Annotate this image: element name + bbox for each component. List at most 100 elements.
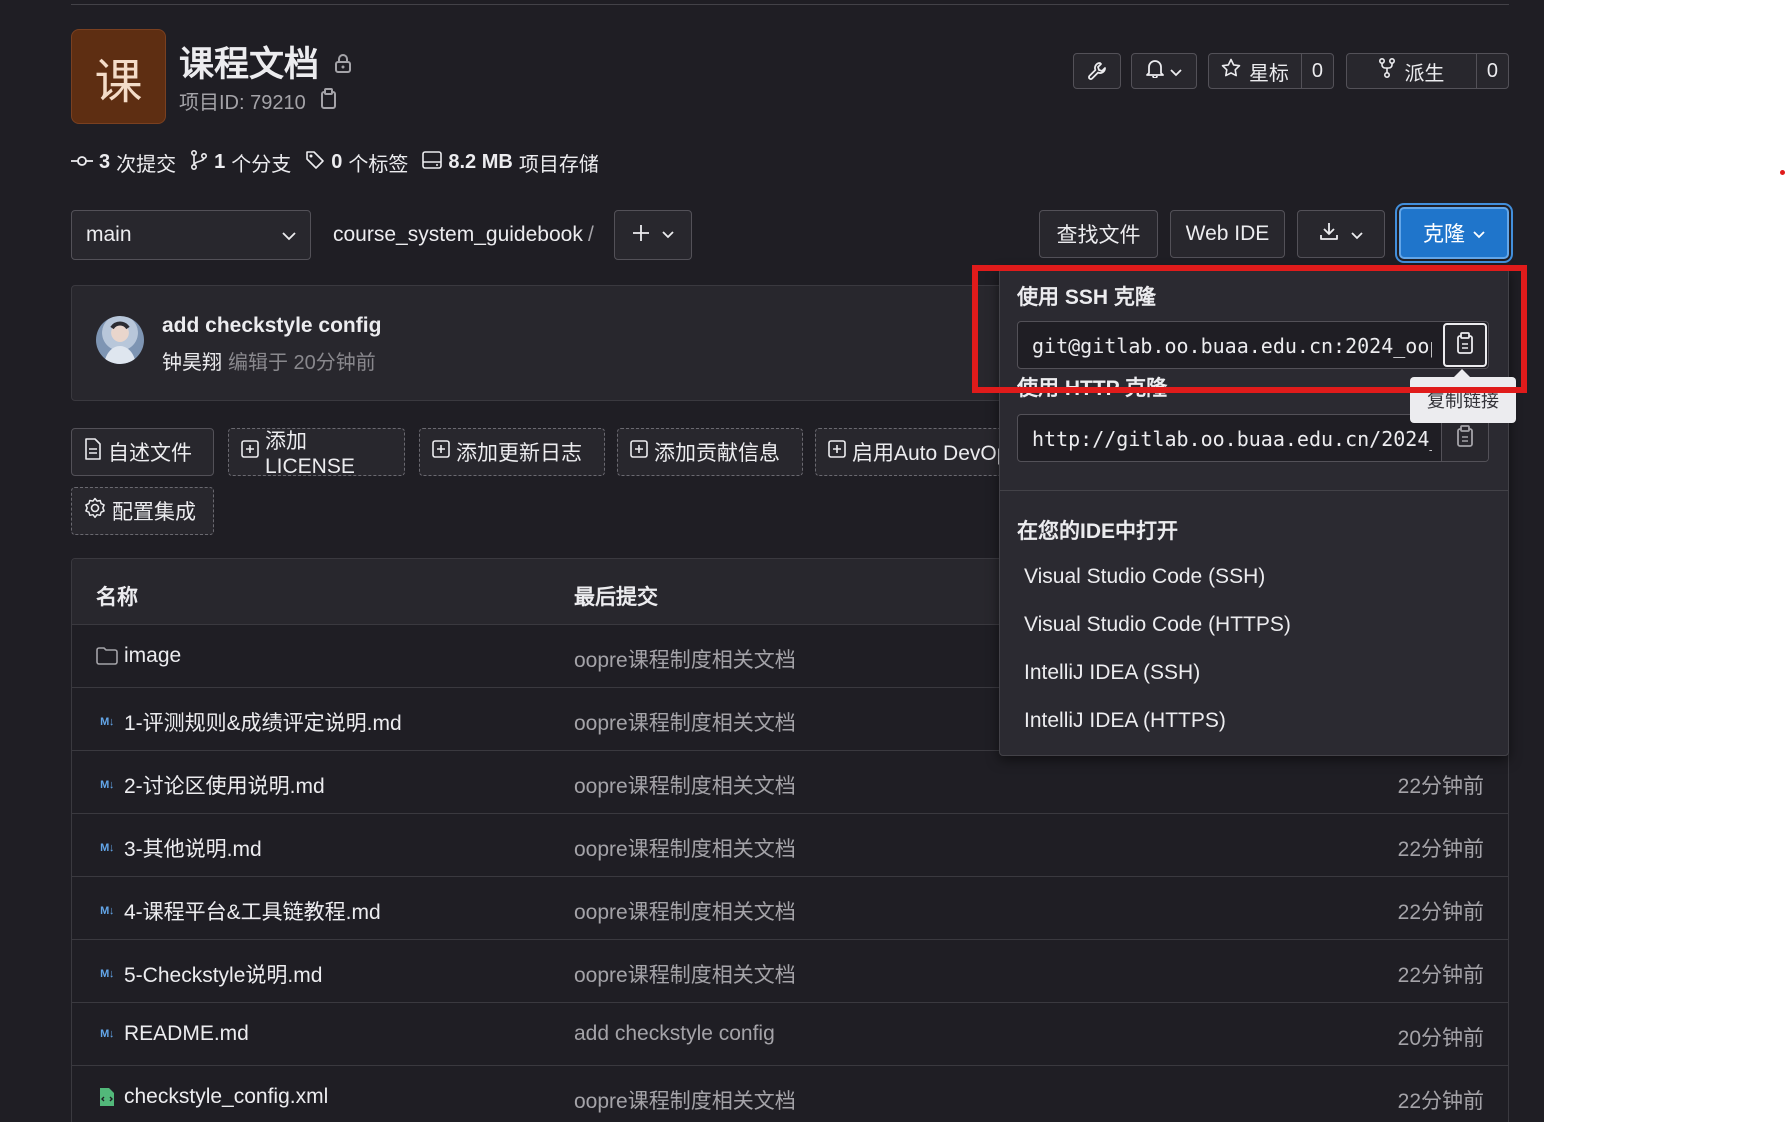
open-in-ide-heading: 在您的IDE中打开 bbox=[1017, 520, 1179, 543]
commit-title[interactable]: add checkstyle config bbox=[162, 314, 381, 338]
commit-meta: 钟昊翔 编辑于 20分钟前 bbox=[162, 346, 376, 375]
clone-button[interactable]: 克隆 bbox=[1399, 207, 1509, 259]
web-ide-button[interactable]: Web IDE bbox=[1170, 210, 1285, 258]
add-contributing-button[interactable]: 添加贡献信息 bbox=[617, 428, 803, 476]
file-name-link[interactable]: checkstyle_config.xml bbox=[96, 1085, 328, 1109]
chevron-down-icon bbox=[282, 223, 296, 247]
star-icon bbox=[1221, 58, 1241, 84]
project-title[interactable]: 课程文档 bbox=[179, 36, 319, 87]
open-vscode-ssh[interactable]: Visual Studio Code (SSH) bbox=[1024, 565, 1265, 589]
table-row[interactable]: M↓ 4-课程平台&工具链教程.md oopre课程制度相关文档 22分钟前 bbox=[72, 877, 1508, 940]
file-name-link[interactable]: M↓ 4-课程平台&工具链教程.md bbox=[96, 896, 381, 926]
storage-icon bbox=[422, 150, 448, 175]
markdown-icon: M↓ bbox=[100, 905, 114, 917]
project-id: 项目ID: 79210 bbox=[179, 92, 306, 114]
last-commit-link[interactable]: oopre课程制度相关文档 bbox=[574, 959, 796, 989]
readme-button[interactable]: 自述文件 bbox=[71, 428, 214, 476]
download-icon bbox=[1319, 221, 1339, 247]
last-commit-link[interactable]: oopre课程制度相关文档 bbox=[574, 707, 796, 737]
file-name-link[interactable]: M↓ 1-评测规则&成绩评定说明.md bbox=[96, 707, 402, 737]
star-button[interactable]: 星标 0 bbox=[1208, 53, 1334, 89]
last-commit-link[interactable]: oopre课程制度相关文档 bbox=[574, 644, 796, 674]
open-vscode-https[interactable]: Visual Studio Code (HTTPS) bbox=[1024, 613, 1291, 637]
chevron-down-icon bbox=[1170, 60, 1182, 83]
add-changelog-button[interactable]: 添加更新日志 bbox=[419, 428, 605, 476]
plus-square-icon bbox=[241, 440, 265, 464]
plus-square-icon bbox=[432, 440, 456, 464]
last-commit-link[interactable]: oopre课程制度相关文档 bbox=[574, 833, 796, 863]
divider bbox=[71, 4, 1509, 5]
last-commit-link[interactable]: oopre课程制度相关文档 bbox=[574, 896, 796, 926]
copy-project-id-icon[interactable] bbox=[320, 88, 338, 115]
table-row[interactable]: M↓ 2-讨论区使用说明.md oopre课程制度相关文档 22分钟前 bbox=[72, 751, 1508, 814]
document-icon bbox=[84, 438, 108, 466]
commits-stat[interactable]: 3 次提交 bbox=[71, 148, 176, 177]
chevron-down-icon bbox=[662, 226, 674, 244]
find-file-button[interactable]: 查找文件 bbox=[1039, 210, 1158, 258]
branch-selector[interactable]: main bbox=[71, 210, 311, 260]
clone-label: 克隆 bbox=[1423, 223, 1465, 246]
ssh-url-field[interactable]: git@gitlab.oo.buaa.edu.cn:2024_oopre/cou… bbox=[1017, 321, 1489, 369]
tags-stat[interactable]: 0 个标签 bbox=[305, 148, 408, 177]
clone-dropdown: 使用 SSH 克隆 git@gitlab.oo.buaa.edu.cn:2024… bbox=[999, 268, 1509, 756]
fork-label: 派生 bbox=[1404, 62, 1445, 85]
plus-square-icon bbox=[630, 440, 654, 464]
last-update-time: 22分钟前 bbox=[1397, 838, 1484, 861]
fork-count[interactable]: 0 bbox=[1475, 54, 1508, 88]
last-update-time: 20分钟前 bbox=[1397, 1027, 1484, 1050]
markdown-icon: M↓ bbox=[100, 779, 114, 791]
column-name-header: 名称 bbox=[96, 586, 138, 609]
last-commit-link[interactable]: oopre课程制度相关文档 bbox=[574, 770, 796, 800]
branch-name: main bbox=[86, 223, 132, 246]
file-name-link[interactable]: M↓ 2-讨论区使用说明.md bbox=[96, 770, 325, 800]
add-license-button[interactable]: 添加LICENSE bbox=[228, 428, 405, 478]
table-row[interactable]: M↓ README.md add checkstyle config 20分钟前 bbox=[72, 1003, 1508, 1066]
commit-author[interactable]: 钟昊翔 bbox=[162, 352, 222, 374]
file-name-link[interactable]: M↓ 5-Checkstyle说明.md bbox=[96, 959, 322, 989]
settings-button[interactable] bbox=[1073, 53, 1121, 89]
open-intellij-https[interactable]: IntelliJ IDEA (HTTPS) bbox=[1024, 709, 1226, 733]
last-update-time: 22分钟前 bbox=[1397, 1090, 1484, 1113]
star-count[interactable]: 0 bbox=[1300, 54, 1333, 88]
tag-icon bbox=[305, 150, 331, 176]
plus-icon bbox=[632, 224, 650, 247]
last-commit-link[interactable]: add checkstyle config bbox=[574, 1022, 775, 1046]
gitlab-project-page: 课 课程文档 项目ID: 79210 星标 0 派生 0 3 次提交 1 个分支… bbox=[0, 0, 1544, 1122]
branches-stat[interactable]: 1 个分支 bbox=[190, 148, 291, 177]
chevron-down-icon bbox=[1351, 222, 1363, 246]
commit-icon bbox=[71, 151, 99, 174]
last-commit-link[interactable]: oopre课程制度相关文档 bbox=[574, 1085, 796, 1115]
http-url-input[interactable]: http://gitlab.oo.buaa.edu.cn/2024_oopre/… bbox=[1032, 427, 1432, 451]
copy-ssh-url-button[interactable] bbox=[1443, 323, 1487, 367]
add-to-tree-button[interactable] bbox=[614, 210, 692, 260]
notifications-dropdown[interactable] bbox=[1131, 53, 1197, 89]
markdown-icon: M↓ bbox=[100, 842, 114, 854]
column-commit-header: 最后提交 bbox=[574, 586, 658, 609]
table-row[interactable]: checkstyle_config.xml oopre课程制度相关文档 22分钟前 bbox=[72, 1066, 1508, 1122]
project-stats: 3 次提交 1 个分支 0 个标签 8.2 MB 项目存储 bbox=[71, 148, 613, 177]
wrench-icon bbox=[1074, 54, 1120, 88]
breadcrumb-path[interactable]: course_system_guidebook bbox=[333, 223, 583, 247]
author-avatar[interactable] bbox=[96, 316, 144, 364]
last-update-time: 22分钟前 bbox=[1397, 901, 1484, 924]
bell-icon bbox=[1146, 58, 1164, 84]
ssh-url-input[interactable]: git@gitlab.oo.buaa.edu.cn:2024_oopre/cou… bbox=[1032, 334, 1432, 358]
file-name-link[interactable]: M↓ 3-其他说明.md bbox=[96, 833, 262, 863]
fork-button[interactable]: 派生 0 bbox=[1346, 53, 1509, 89]
table-row[interactable]: M↓ 3-其他说明.md oopre课程制度相关文档 22分钟前 bbox=[72, 814, 1508, 877]
breadcrumb-separator: / bbox=[588, 223, 594, 246]
gear-icon bbox=[84, 497, 112, 525]
commit-time: 编辑于 20分钟前 bbox=[228, 352, 376, 374]
open-intellij-ssh[interactable]: IntelliJ IDEA (SSH) bbox=[1024, 661, 1200, 685]
markdown-icon: M↓ bbox=[100, 1028, 114, 1040]
last-update-time: 22分钟前 bbox=[1397, 775, 1484, 798]
table-row[interactable]: M↓ 5-Checkstyle说明.md oopre课程制度相关文档 22分钟前 bbox=[72, 940, 1508, 1003]
storage-stat[interactable]: 8.2 MB 项目存储 bbox=[422, 148, 599, 177]
file-name-link[interactable]: image bbox=[96, 644, 181, 668]
markdown-icon: M↓ bbox=[100, 968, 114, 980]
download-dropdown[interactable] bbox=[1297, 210, 1385, 258]
file-name-link[interactable]: M↓ README.md bbox=[96, 1022, 249, 1046]
clipboard-icon bbox=[1456, 331, 1474, 359]
folder-icon bbox=[96, 647, 118, 665]
configure-integrations-button[interactable]: 配置集成 bbox=[71, 487, 214, 535]
